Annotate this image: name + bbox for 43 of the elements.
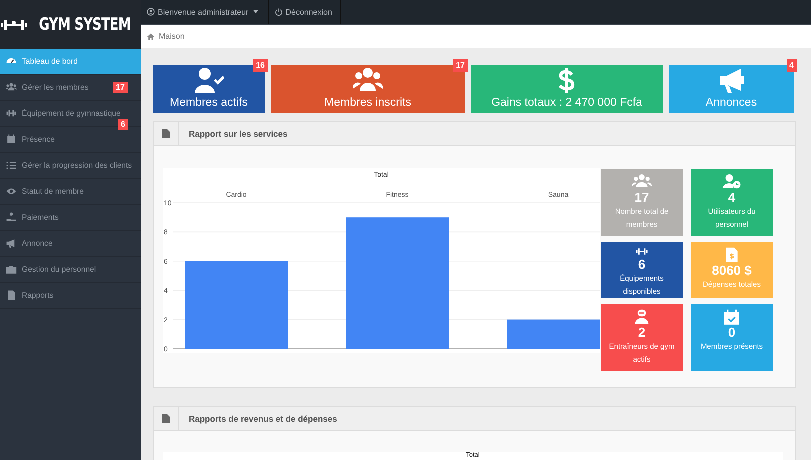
panel-title: Rapports de revenus et de dépenses [188,414,338,424]
count-badge: 6 [118,119,128,130]
menu-item-icon [6,238,17,249]
tile-value: 2 [638,325,646,340]
stat-card[interactable]: Gains totaux : 2 470 000 Fcfa [471,65,663,113]
count-badge: 4 [786,59,797,72]
home-icon [147,32,155,40]
menu-item-icon [6,82,17,93]
tile-value: 6 [638,257,646,272]
menu-item-icon [6,186,17,197]
calendar-check-icon [722,309,742,325]
stat-label: Membres inscrits [324,97,412,109]
count-badge: 17 [453,59,468,72]
dumbbell-icon [1,18,28,32]
stat-label: Annonces [706,97,758,109]
menu-item-icon [6,264,17,275]
tile-value: 4 [728,190,736,205]
users-icon [353,67,383,93]
panel-title: Rapport sur les services [188,128,288,138]
user-icon [147,8,155,16]
user-clock-icon [722,174,742,190]
menu-item-icon [6,160,17,171]
power-icon [274,8,283,16]
logout-link[interactable]: Déconnexion [268,0,342,24]
menu-item-icon [6,212,17,223]
user-check-icon [194,67,224,93]
count-badge: 16 [253,59,268,72]
stat-label: Membres actifs [170,97,248,109]
tile-value: 17 [634,190,650,205]
menu-item-icon [6,108,17,119]
tile-value: 0 [728,325,736,340]
caret-icon [252,8,260,16]
menu-item-icon [6,290,17,301]
menu-item-icon [6,134,17,145]
count-badge: 17 [113,82,128,93]
stat-label: Gains totaux : 2 470 000 Fcfa [492,97,642,109]
tile-value: 8060 $ [712,263,752,278]
logo-text: GYM SYSTEM [40,14,132,34]
file-icon [162,129,170,138]
user-menu[interactable]: Bienvenue administrateur [141,0,269,24]
users-icon [632,174,652,190]
file-icon [162,414,170,423]
breadcrumb-link[interactable]: Maison [159,32,185,41]
